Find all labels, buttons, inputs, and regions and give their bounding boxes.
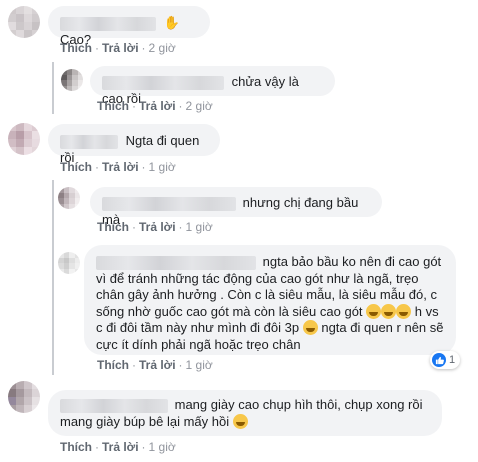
hand-emoji-icon: ✋	[163, 15, 180, 30]
like-link[interactable]: Thích	[60, 440, 92, 454]
reply-link[interactable]: Trả lời	[102, 440, 139, 454]
commenter-name[interactable]	[102, 196, 236, 211]
sweat-smile-emoji-icon	[232, 414, 248, 429]
comment-actions: Thích · Trả lời · 1 giờ	[97, 358, 213, 372]
avatar[interactable]	[61, 69, 83, 91]
comment-time[interactable]: 1 giờ	[186, 358, 213, 372]
rofl-emoji-icon	[366, 303, 382, 319]
comment-actions: Thích · Trả lời · 1 giờ	[60, 160, 176, 174]
comment-bubble: ✋ Cao?	[48, 6, 210, 47]
comment-time[interactable]: 1 giờ	[149, 440, 176, 454]
avatar[interactable]	[58, 252, 80, 274]
reply-link[interactable]: Trả lời	[102, 160, 139, 174]
like-link[interactable]: Thích	[97, 99, 129, 113]
rofl-emoji-icon	[302, 320, 318, 335]
comment-actions: Thích · Trả lời · 2 giờ	[60, 41, 176, 55]
commenter-name[interactable]	[60, 134, 118, 149]
comment-time[interactable]: 1 giờ	[149, 160, 176, 174]
comment-bubble: ngta bảo bầu ko nên đi cao gót vì để trá…	[84, 245, 456, 355]
comment-bubble: Ngta đi quen rồi	[48, 124, 220, 165]
like-link[interactable]: Thích	[97, 358, 129, 372]
comment-time[interactable]: 2 giờ	[186, 99, 213, 113]
avatar[interactable]	[8, 123, 40, 155]
avatar[interactable]	[58, 187, 80, 209]
reply-link[interactable]: Trả lời	[139, 99, 176, 113]
reply-link[interactable]: Trả lời	[139, 220, 176, 234]
rofl-emoji-icon	[381, 303, 397, 319]
comment-bubble: mang giày cao chụp hìh thôi, chụp xong r…	[48, 390, 442, 436]
comment-actions: Thích · Trả lời · 1 giờ	[97, 220, 213, 234]
like-link[interactable]: Thích	[60, 41, 92, 55]
reply-thread-line-2	[52, 180, 54, 375]
reply-link[interactable]: Trả lời	[102, 41, 139, 55]
reply-thread-line-1	[52, 62, 54, 114]
comment-bubble: chửa vậy là cao rồi	[90, 66, 335, 106]
comment-actions: Thích · Trả lời · 2 giờ	[97, 99, 213, 113]
commenter-name[interactable]	[96, 255, 256, 270]
like-link[interactable]: Thích	[97, 220, 129, 234]
avatar[interactable]	[8, 381, 40, 413]
commenter-name[interactable]	[102, 75, 224, 90]
reply-link[interactable]: Trả lời	[139, 358, 176, 372]
like-link[interactable]: Thích	[60, 160, 92, 174]
comment-bubble: nhưng chị đang bầu mà	[90, 187, 382, 227]
reaction-count: 1	[449, 354, 456, 366]
comment-time[interactable]: 2 giờ	[149, 41, 176, 55]
thumbs-up-icon	[432, 353, 446, 367]
commenter-name[interactable]	[60, 398, 168, 413]
reaction-badge[interactable]: 1	[430, 351, 461, 369]
comment-time[interactable]: 1 giờ	[186, 220, 213, 234]
avatar[interactable]	[8, 6, 40, 38]
commenter-name[interactable]	[60, 16, 156, 31]
rofl-emoji-icon	[396, 303, 412, 319]
comment-actions: Thích · Trả lời · 1 giờ	[60, 440, 176, 454]
